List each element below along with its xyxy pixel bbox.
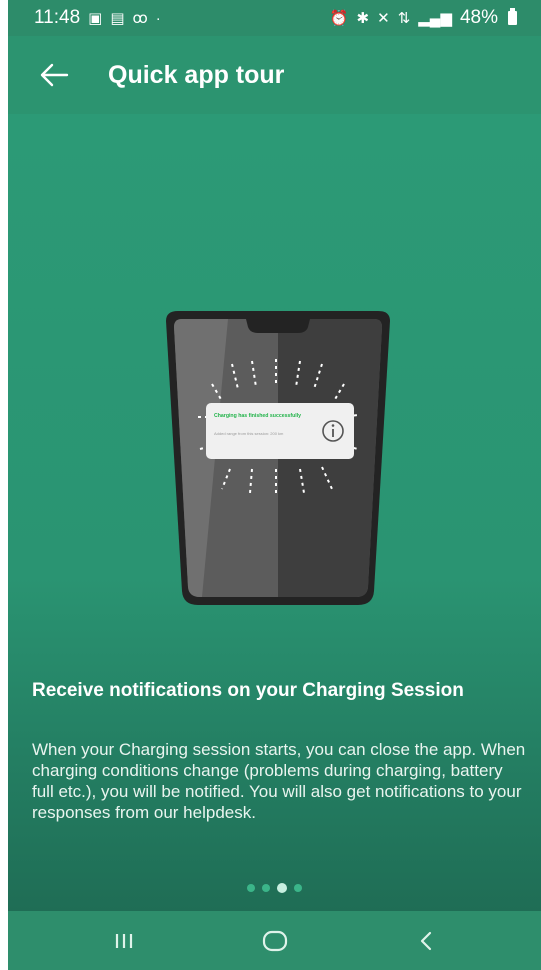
page-dot-3[interactable]	[277, 883, 287, 893]
page-title: Quick app tour	[108, 60, 285, 89]
phone-illustration: Charging has finished successfully Added…	[158, 309, 398, 609]
recent-apps-button[interactable]	[94, 916, 154, 966]
photo-icon: ▤	[110, 9, 125, 27]
back-arrow-icon	[40, 63, 69, 87]
status-bar: 11:48 ▣ ▤ ꝏ · ⏰ ✱ ✕ ⇅ ▂▄▆ 48%	[8, 0, 541, 36]
system-back-button[interactable]	[396, 916, 456, 966]
notification-body: Added range from this session: 200 km	[214, 431, 284, 436]
system-navbar	[8, 911, 541, 970]
mute-icon: ✕	[377, 9, 390, 27]
page-indicator	[8, 883, 541, 893]
status-time: 11:48	[34, 7, 81, 28]
data-icon: ⇅	[397, 9, 411, 27]
signal-icon: ▂▄▆	[418, 9, 452, 27]
home-button[interactable]	[245, 916, 305, 966]
phone-graphic: Charging has finished successfully Added…	[166, 311, 390, 605]
page-dot-4[interactable]	[294, 884, 302, 892]
page-dot-1[interactable]	[247, 884, 255, 892]
home-icon	[262, 930, 287, 951]
page-dot-2[interactable]	[262, 884, 270, 892]
alarm-icon: ⏰	[329, 9, 349, 27]
voicemail-icon: ꝏ	[132, 9, 148, 27]
battery-percent: 48%	[459, 7, 498, 28]
app-screen: 11:48 ▣ ▤ ꝏ · ⏰ ✱ ✕ ⇅ ▂▄▆ 48% Quick app …	[8, 0, 541, 970]
image-icon: ▣	[88, 9, 103, 27]
body-text: When your Charging session starts, you c…	[32, 740, 526, 822]
back-button[interactable]	[24, 45, 84, 105]
recent-apps-icon	[115, 933, 132, 948]
app-bar: Quick app tour	[8, 36, 541, 114]
back-icon	[420, 931, 431, 950]
notification-title: Charging has finished successfully	[214, 413, 301, 419]
dot-icon: ·	[155, 9, 161, 27]
tour-page: Charging has finished successfully Added…	[8, 114, 541, 911]
headline: Receive notifications on your Charging S…	[32, 680, 464, 701]
bluetooth-icon: ✱	[356, 9, 370, 27]
battery-icon	[508, 8, 517, 25]
